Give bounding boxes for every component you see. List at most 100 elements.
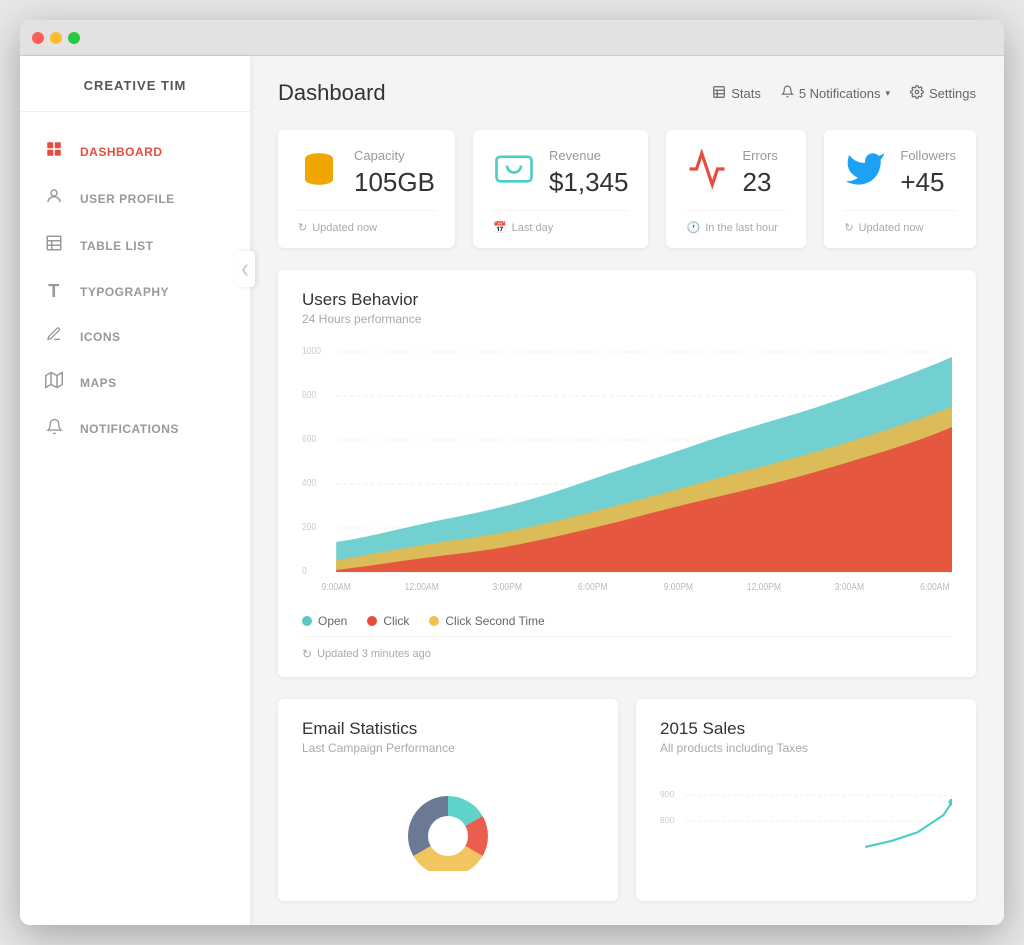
sidebar-item-typography[interactable]: T TYPOGRAPHY (20, 269, 250, 314)
errors-footer: 🕐 In the last hour (686, 210, 786, 234)
behavior-chart-title: Users Behavior (302, 290, 952, 310)
svg-text:12:00AM: 12:00AM (405, 581, 439, 592)
svg-text:200: 200 (302, 521, 316, 532)
sidebar-item-notifications[interactable]: NOTIFICATIONS (20, 406, 250, 452)
behavior-chart-area: 1000 800 600 400 200 0 (302, 342, 952, 602)
sidebar-toggle[interactable]: ❮ (235, 251, 255, 287)
gear-icon (910, 85, 924, 102)
main-content: Dashboard Stats (250, 56, 1004, 925)
legend-click-second: Click Second Time (429, 614, 544, 628)
bell-nav-icon (781, 85, 794, 101)
legend-label-click: Click (383, 614, 409, 628)
legend-dot-click (367, 616, 377, 626)
email-donut-chart (393, 781, 503, 871)
stat-card-capacity: Capacity 105GB ↻ Updated now (278, 130, 455, 248)
sales-mini-chart: 900 800 (660, 779, 952, 864)
behavior-chart-card: Users Behavior 24 Hours performance 1000… (278, 270, 976, 677)
stats-button[interactable]: Stats (712, 85, 761, 102)
followers-label: Followers (900, 148, 956, 163)
revenue-value: $1,345 (549, 167, 629, 198)
sidebar-item-label: ICONS (80, 330, 121, 344)
notifications-label: 5 Notifications (799, 86, 881, 101)
svg-text:800: 800 (302, 389, 316, 400)
email-stats-card: Email Statistics Last Campaign Performan… (278, 699, 618, 901)
revenue-footer: 📅 Last day (493, 210, 629, 234)
sales-chart-container: 900 800 (660, 771, 952, 877)
stats-icon (712, 85, 726, 102)
email-stats-title: Email Statistics (302, 719, 594, 739)
email-stats-subtitle: Last Campaign Performance (302, 741, 594, 755)
sidebar: CREATIVE TIM ❮ DASHBOARD (20, 56, 250, 925)
followers-value: +45 (900, 167, 956, 198)
sidebar-logo: CREATIVE TIM (20, 56, 250, 112)
legend-open: Open (302, 614, 347, 628)
pencil-icon (44, 326, 64, 347)
behavior-chart-subtitle: 24 Hours performance (302, 312, 952, 326)
stats-row: Capacity 105GB ↻ Updated now (278, 130, 976, 248)
browser-dot-maximize[interactable] (68, 32, 80, 44)
svg-text:12:00PM: 12:00PM (747, 581, 781, 592)
svg-text:600: 600 (302, 433, 316, 444)
svg-text:3:00PM: 3:00PM (493, 581, 522, 592)
bell-icon (44, 418, 64, 440)
sidebar-item-maps[interactable]: MAPS (20, 359, 250, 406)
capacity-footer: ↻ Updated now (298, 210, 435, 234)
page-title: Dashboard (278, 80, 386, 106)
errors-value: 23 (742, 167, 786, 198)
browser-frame: CREATIVE TIM ❮ DASHBOARD (20, 20, 1004, 925)
sidebar-item-label: TYPOGRAPHY (80, 285, 169, 299)
errors-label: Errors (742, 148, 786, 163)
sidebar-item-label: MAPS (80, 376, 117, 390)
settings-button[interactable]: Settings (910, 85, 976, 102)
refresh2-icon: ↻ (844, 221, 853, 234)
legend-label-click-second: Click Second Time (445, 614, 544, 628)
calendar-icon: 📅 (493, 221, 507, 234)
errors-footer-text: In the last hour (705, 222, 778, 234)
map-icon (44, 371, 64, 394)
followers-icon (844, 148, 886, 196)
clock-icon: 🕐 (686, 221, 700, 234)
capacity-icon (298, 148, 340, 196)
sidebar-item-icons[interactable]: ICONS (20, 314, 250, 359)
svg-text:800: 800 (660, 815, 675, 825)
sales-title: 2015 Sales (660, 719, 952, 739)
refresh-icon: ↻ (298, 221, 307, 234)
svg-text:3:00AM: 3:00AM (835, 581, 864, 592)
chevron-right-icon: ❮ (240, 263, 249, 276)
sidebar-item-label: USER PROFILE (80, 192, 175, 206)
revenue-icon (493, 148, 535, 196)
legend-dot-click-second (429, 616, 439, 626)
sidebar-nav: DASHBOARD USER PROFILE (20, 112, 250, 468)
followers-footer: ↻ Updated now (844, 210, 956, 234)
refresh-footer-icon: ↻ (302, 647, 312, 661)
svg-text:0: 0 (302, 565, 307, 576)
sidebar-item-label: DASHBOARD (80, 145, 163, 159)
sidebar-item-label: TABLE LIST (80, 239, 153, 253)
sidebar-item-dashboard[interactable]: DASHBOARD (20, 128, 250, 175)
svg-text:9:00AM: 9:00AM (321, 581, 350, 592)
browser-dot-minimize[interactable] (50, 32, 62, 44)
browser-dot-close[interactable] (32, 32, 44, 44)
sidebar-item-user-profile[interactable]: USER PROFILE (20, 175, 250, 222)
behavior-footer-text: Updated 3 minutes ago (317, 648, 431, 660)
typography-icon: T (44, 281, 64, 302)
svg-text:400: 400 (302, 477, 316, 488)
browser-bar (20, 20, 1004, 56)
sidebar-item-label: NOTIFICATIONS (80, 422, 179, 436)
chart-legend: Open Click Click Second Time (302, 602, 952, 636)
stats-label: Stats (731, 86, 761, 101)
sales-card: 2015 Sales All products including Taxes … (636, 699, 976, 901)
capacity-label: Capacity (354, 148, 435, 163)
notifications-button[interactable]: 5 Notifications ▾ (781, 85, 890, 101)
revenue-footer-text: Last day (512, 222, 554, 234)
dashboard-icon (44, 140, 64, 163)
sidebar-item-table-list[interactable]: TABLE LIST (20, 222, 250, 269)
behavior-chart-svg: 1000 800 600 400 200 0 (302, 342, 952, 602)
legend-label-open: Open (318, 614, 347, 628)
app-container: CREATIVE TIM ❮ DASHBOARD (20, 56, 1004, 925)
svg-text:1000: 1000 (302, 345, 321, 356)
top-actions: Stats 5 Notifications ▾ (712, 85, 976, 102)
revenue-label: Revenue (549, 148, 629, 163)
capacity-footer-text: Updated now (312, 222, 377, 234)
legend-click: Click (367, 614, 409, 628)
